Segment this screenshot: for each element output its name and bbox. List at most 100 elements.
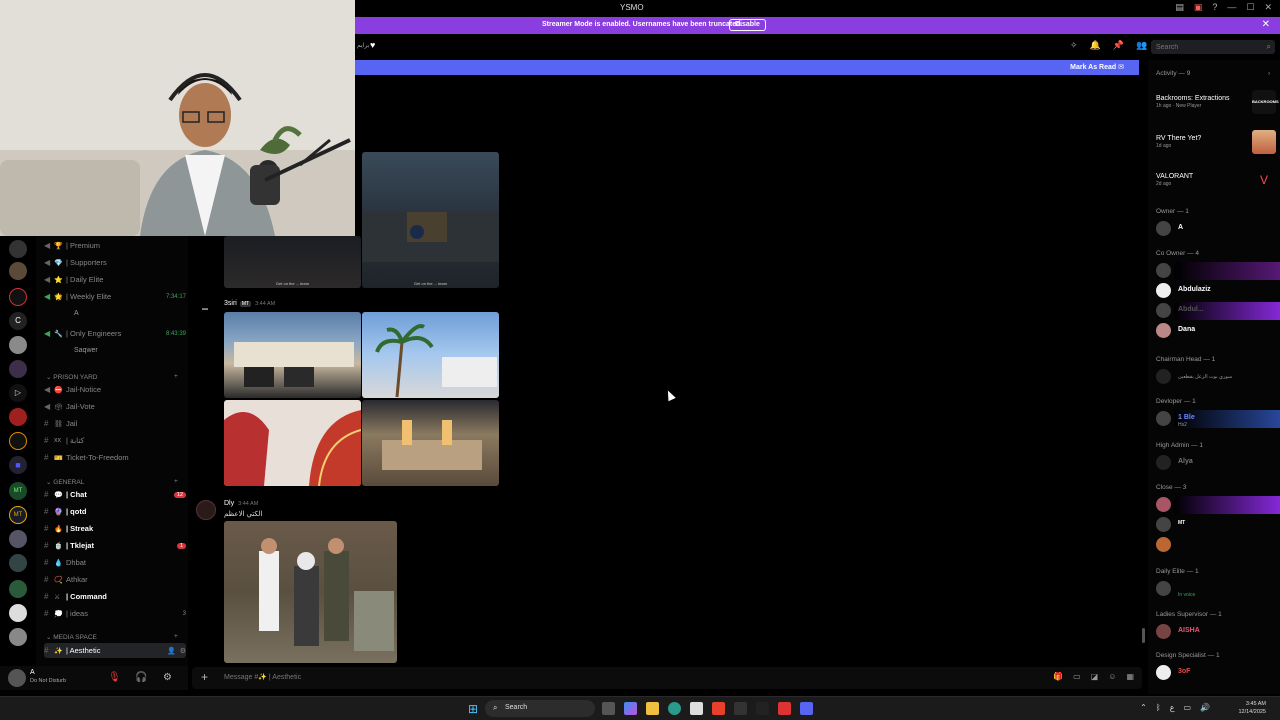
member-item[interactable]: Dana bbox=[1156, 322, 1278, 340]
channel-streak[interactable]: # 🔥 | Streak bbox=[44, 521, 186, 536]
bluetooth-icon[interactable]: ᛒ bbox=[1156, 703, 1161, 712]
activity-card[interactable]: VALORANT 2d ago V bbox=[1156, 164, 1276, 196]
gear-icon[interactable]: ⚙ bbox=[180, 647, 186, 655]
add-channel-icon[interactable]: + bbox=[174, 478, 178, 485]
member-item[interactable] bbox=[1156, 262, 1280, 280]
brave-icon[interactable] bbox=[712, 702, 725, 715]
message-author[interactable]: 3siri bbox=[224, 300, 237, 307]
channel-athkar[interactable]: # 📿 Athkar bbox=[44, 572, 186, 587]
discord-icon[interactable] bbox=[800, 702, 813, 715]
server-icon-5[interactable] bbox=[9, 336, 27, 354]
server-icon-16[interactable] bbox=[9, 604, 27, 622]
emoji-icon[interactable]: ☺ bbox=[1108, 672, 1116, 681]
channel-supporters[interactable]: ◀ 💎 | Supporters bbox=[44, 255, 186, 270]
deafen-icon[interactable]: 🎧 bbox=[135, 672, 147, 683]
server-icon-10[interactable]: ■ bbox=[9, 456, 27, 474]
server-icon-11[interactable]: MT bbox=[9, 482, 27, 500]
channel-daily-elite[interactable]: ◀ ⭐ | Daily Elite bbox=[44, 272, 186, 287]
member-item[interactable]: AISHA bbox=[1156, 623, 1278, 641]
category-media-space[interactable]: ⌄ MEDIA SPACE + bbox=[46, 633, 178, 641]
apps-icon[interactable]: ▦ bbox=[1126, 672, 1134, 681]
add-attachment-icon[interactable]: + bbox=[201, 670, 208, 684]
volume-icon[interactable]: 🔊 bbox=[1200, 703, 1210, 712]
close-icon[interactable]: ✕ bbox=[1262, 19, 1270, 30]
server-icon-7[interactable]: ▷ bbox=[9, 384, 27, 402]
scrollbar[interactable] bbox=[1142, 628, 1145, 643]
member-item[interactable] bbox=[1156, 496, 1280, 514]
channel-aesthetic[interactable]: # ✨ | Aesthetic 👤 ⚙ bbox=[44, 643, 186, 658]
message-image[interactable] bbox=[224, 312, 361, 398]
message-image[interactable] bbox=[224, 400, 361, 486]
category-prison-yard[interactable]: ⌄ PRISON YARD + bbox=[46, 373, 178, 381]
channel-jail[interactable]: # ⛓ Jail bbox=[44, 416, 186, 431]
member-item[interactable]: 3oF bbox=[1156, 664, 1278, 682]
pin-icon[interactable]: 📌 bbox=[1113, 40, 1124, 51]
members-icon[interactable]: 👥 bbox=[1136, 40, 1147, 51]
member-item[interactable]: MT bbox=[1156, 516, 1278, 534]
activity-card[interactable]: Backrooms: Extractions 1h ago · New Play… bbox=[1156, 86, 1279, 118]
bell-icon[interactable]: 🔔 bbox=[1090, 40, 1101, 51]
system-clock[interactable]: 3:45 AM 12/14/2025 bbox=[1238, 700, 1266, 716]
avatar[interactable] bbox=[196, 500, 216, 520]
voice-member[interactable]: A bbox=[74, 310, 79, 317]
server-icon-8[interactable] bbox=[9, 408, 27, 426]
screen-icon[interactable]: ▣ bbox=[1194, 2, 1203, 13]
search-box[interactable]: ⌕ bbox=[1151, 40, 1275, 54]
file-explorer-icon[interactable] bbox=[646, 702, 659, 715]
server-icon-12[interactable]: MT bbox=[9, 506, 27, 524]
server-icon-3[interactable] bbox=[9, 288, 27, 306]
message-image[interactable]: Get on the ... team bbox=[224, 236, 361, 288]
chevron-up-icon[interactable]: ⌃ bbox=[1140, 703, 1147, 712]
task-view-icon[interactable] bbox=[602, 702, 615, 715]
sticker-icon[interactable]: ◪ bbox=[1091, 672, 1099, 681]
message-composer[interactable]: + Message #✨ | Aesthetic 🎁 ▭ ◪ ☺ ▦ bbox=[192, 667, 1142, 689]
mark-as-read-button[interactable]: Mark As Read ✉ bbox=[1070, 63, 1124, 71]
message-image[interactable] bbox=[362, 400, 499, 486]
channel-chat[interactable]: # 💬 | Chat 12 bbox=[44, 487, 186, 502]
channel-jail-vote[interactable]: ◀ 🗳 Jail-Vote bbox=[44, 399, 186, 414]
add-channel-icon[interactable]: + bbox=[174, 633, 178, 640]
channel-only-engineers[interactable]: ◀ 🔧 | Only Engineers 8:43:39 bbox=[44, 326, 186, 341]
channel-tklejat[interactable]: # 🍵 | Tklejat 1 bbox=[44, 538, 186, 553]
edge-icon[interactable] bbox=[668, 702, 681, 715]
server-icon-17[interactable] bbox=[9, 628, 27, 646]
gif-icon[interactable]: ▭ bbox=[1073, 672, 1081, 681]
server-icon-9[interactable] bbox=[9, 432, 27, 450]
language-icon[interactable]: ع bbox=[1170, 703, 1175, 712]
server-icon-14[interactable] bbox=[9, 554, 27, 572]
channel-ideas[interactable]: # 💭 | ideas 3 bbox=[44, 606, 186, 621]
member-item[interactable]: 1 Ble Hs2 bbox=[1156, 410, 1280, 428]
server-icon-2[interactable] bbox=[9, 262, 27, 280]
add-channel-icon[interactable]: + bbox=[174, 373, 178, 380]
maximize-button[interactable]: ☐ bbox=[1246, 2, 1254, 13]
member-item[interactable]: Abdulaziz bbox=[1156, 282, 1278, 300]
server-icon-6[interactable] bbox=[9, 360, 27, 378]
server-icon-15[interactable] bbox=[9, 580, 27, 598]
epic-icon[interactable] bbox=[756, 702, 769, 715]
activity-header[interactable]: Activity — 9 › bbox=[1156, 70, 1270, 77]
settings-gear-icon[interactable]: ⚙ bbox=[163, 672, 172, 683]
member-item[interactable]: Abdul... bbox=[1156, 302, 1280, 320]
search-input[interactable] bbox=[1151, 40, 1275, 54]
server-icon-4[interactable]: C bbox=[9, 312, 27, 330]
riot-icon[interactable] bbox=[778, 702, 791, 715]
copilot-icon[interactable] bbox=[624, 702, 637, 715]
server-icon-1[interactable] bbox=[9, 240, 27, 258]
invite-icon[interactable]: 👤 bbox=[167, 647, 176, 655]
message-image[interactable] bbox=[224, 521, 397, 663]
member-item[interactable]: In voice bbox=[1156, 580, 1278, 598]
channel-premium[interactable]: ◀ 🏆 | Premium bbox=[44, 238, 186, 253]
server-icon-13[interactable] bbox=[9, 530, 27, 548]
minimize-button[interactable]: — bbox=[1227, 2, 1236, 13]
mute-icon[interactable]: 🎙 bbox=[108, 672, 121, 683]
message-input[interactable]: Message #✨ | Aesthetic bbox=[224, 673, 301, 681]
member-item[interactable]: Alya bbox=[1156, 454, 1278, 472]
gift-icon[interactable]: 🎁 bbox=[1053, 672, 1063, 681]
disable-streamer-mode-button[interactable]: Disable bbox=[729, 19, 766, 31]
channel-qotd[interactable]: # 🔮 | qotd bbox=[44, 504, 186, 519]
channel-ticket-to-freedom[interactable]: # 🎫 Ticket-To-Freedom bbox=[44, 450, 186, 465]
member-item[interactable] bbox=[1156, 536, 1278, 554]
channel-jail-notice[interactable]: ◀ ⛔ Jail-Notice bbox=[44, 382, 186, 397]
channel-dhbat[interactable]: # 💧 Dhbat bbox=[44, 555, 186, 570]
category-general[interactable]: ⌄ GENERAL + bbox=[46, 478, 178, 486]
